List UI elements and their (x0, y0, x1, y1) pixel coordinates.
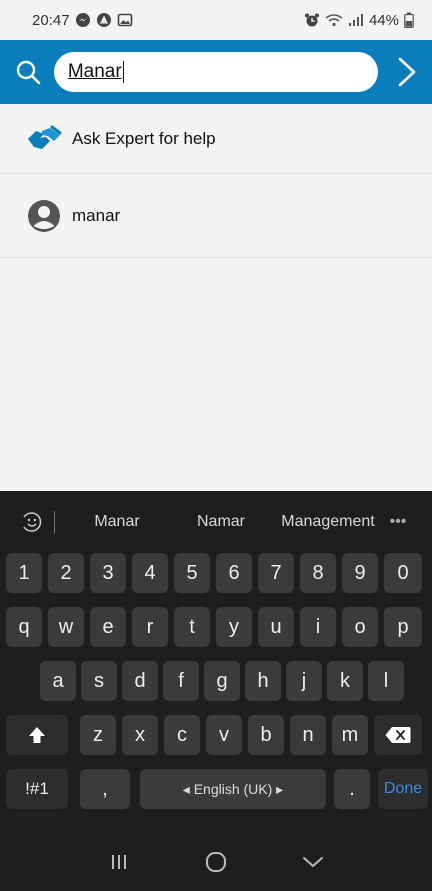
signal-icon (348, 13, 364, 27)
letter-row-2: a s d f g h j k l (0, 661, 432, 701)
search-go-button[interactable] (390, 52, 424, 92)
letter-row-1: q w e r t y u i o p (0, 607, 432, 647)
key-d[interactable]: d (122, 661, 158, 701)
key-e[interactable]: e (90, 607, 126, 647)
key-i[interactable]: i (300, 607, 336, 647)
status-right: 44% (304, 12, 414, 29)
bottom-row: !#1 , ◂ English (UK) ▸ . Done (0, 769, 432, 809)
search-input[interactable]: Manar (53, 52, 379, 92)
key-v[interactable]: v (206, 715, 242, 755)
key-5[interactable]: 5 (174, 553, 210, 593)
keyboard: Manar Namar Management ••• 1 2 3 4 5 6 7… (0, 491, 432, 891)
key-q[interactable]: q (6, 607, 42, 647)
key-9[interactable]: 9 (342, 553, 378, 593)
recent-apps-icon[interactable] (99, 842, 139, 882)
suggestion-divider (54, 511, 55, 533)
emoji-icon[interactable] (16, 506, 48, 538)
period-key[interactable]: . (334, 769, 370, 809)
key-6[interactable]: 6 (216, 553, 252, 593)
space-bar[interactable]: ◂ English (UK) ▸ (140, 769, 326, 809)
handshake-icon (26, 121, 62, 157)
shift-icon (29, 727, 45, 743)
battery-percent: 44% (368, 11, 399, 29)
key-s[interactable]: s (81, 661, 117, 701)
number-row: 1 2 3 4 5 6 7 8 9 0 (0, 553, 432, 593)
suggestion-3[interactable]: Management (273, 513, 383, 531)
home-icon[interactable] (196, 842, 236, 882)
alarm-icon (304, 12, 320, 28)
key-r[interactable]: r (132, 607, 168, 647)
key-f[interactable]: f (163, 661, 199, 701)
status-time: 20:47 (32, 11, 70, 29)
text-cursor (122, 61, 125, 83)
key-3[interactable]: 3 (90, 553, 126, 593)
key-c[interactable]: c (164, 715, 200, 755)
key-h[interactable]: h (245, 661, 281, 701)
result-label: Ask Expert for help (72, 128, 216, 148)
key-l[interactable]: l (368, 661, 404, 701)
key-1[interactable]: 1 (6, 553, 42, 593)
backspace-icon (385, 727, 411, 743)
user-avatar-icon (26, 198, 62, 234)
key-w[interactable]: w (48, 607, 84, 647)
key-z[interactable]: z (80, 715, 116, 755)
key-x[interactable]: x (122, 715, 158, 755)
result-ask-expert[interactable]: Ask Expert for help (0, 104, 432, 174)
key-p[interactable]: p (384, 607, 422, 647)
symbols-key[interactable]: !#1 (6, 769, 68, 809)
key-j[interactable]: j (286, 661, 322, 701)
key-k[interactable]: k (327, 661, 363, 701)
key-2[interactable]: 2 (48, 553, 84, 593)
app-notification-icon (96, 12, 112, 28)
results-list: Ask Expert for help manar (0, 104, 432, 258)
hide-keyboard-icon[interactable] (293, 842, 333, 882)
key-u[interactable]: u (258, 607, 294, 647)
key-b[interactable]: b (248, 715, 284, 755)
key-8[interactable]: 8 (300, 553, 336, 593)
key-a[interactable]: a (40, 661, 76, 701)
suggestion-1[interactable]: Manar (65, 513, 169, 531)
key-m[interactable]: m (332, 715, 368, 755)
more-suggestions[interactable]: ••• (383, 513, 413, 531)
status-bar: 20:47 44% (0, 0, 432, 40)
search-header: Manar (0, 40, 432, 104)
key-4[interactable]: 4 (132, 553, 168, 593)
key-g[interactable]: g (204, 661, 240, 701)
screen: 20:47 44% Manar Ask Expert for help mana… (0, 0, 432, 891)
key-0[interactable]: 0 (384, 553, 422, 593)
wifi-icon (325, 13, 343, 27)
comma-key[interactable]: , (80, 769, 130, 809)
status-left: 20:47 (32, 12, 133, 29)
suggestion-bar: Manar Namar Management ••• (0, 491, 432, 553)
result-user-manar[interactable]: manar (0, 174, 432, 258)
result-label: manar (72, 205, 121, 225)
suggestion-2[interactable]: Namar (169, 513, 273, 531)
gallery-notification-icon (117, 12, 133, 28)
navigation-bar (0, 833, 432, 891)
key-o[interactable]: o (342, 607, 378, 647)
key-y[interactable]: y (216, 607, 252, 647)
search-query: Manar (67, 61, 122, 82)
shift-key[interactable] (6, 715, 68, 755)
battery-icon (404, 12, 414, 28)
letter-row-3: z x c v b n m (0, 715, 432, 755)
key-t[interactable]: t (174, 607, 210, 647)
done-key[interactable]: Done (378, 769, 428, 809)
search-icon[interactable] (12, 56, 44, 88)
key-7[interactable]: 7 (258, 553, 294, 593)
backspace-key[interactable] (374, 715, 422, 755)
key-n[interactable]: n (290, 715, 326, 755)
messenger-notification-icon (75, 12, 91, 28)
